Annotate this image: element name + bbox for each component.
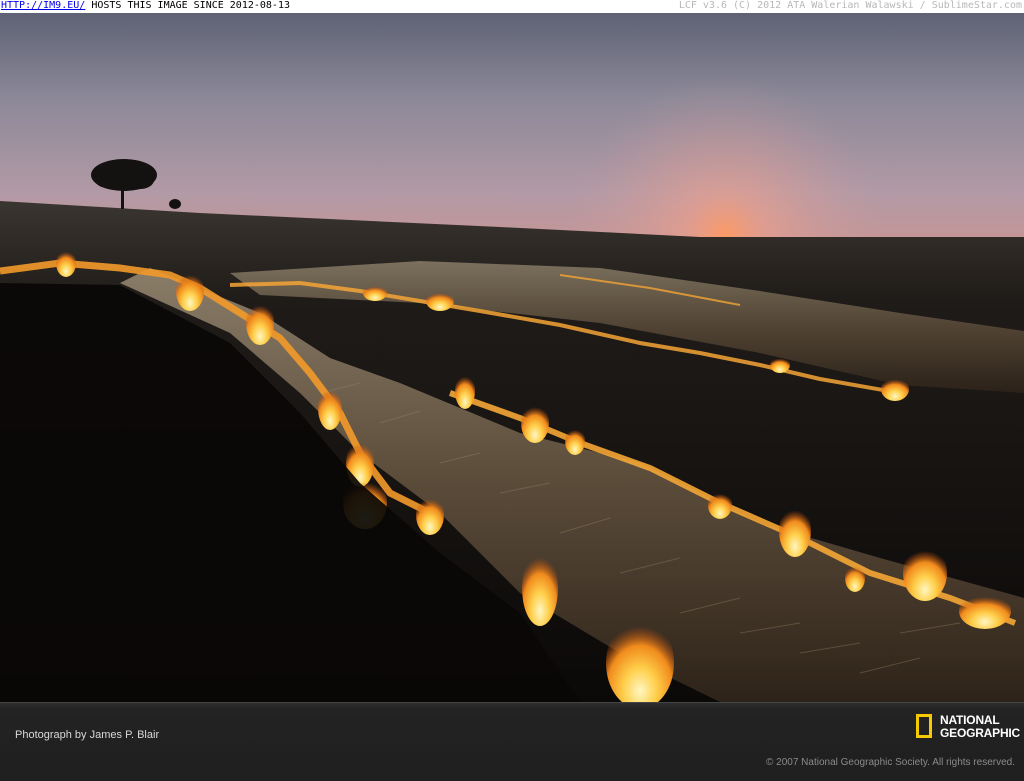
host-banner: HTTP://IM9.EU/ HOSTS THIS IMAGE SINCE 20… [0,0,1024,13]
host-date-text: HOSTS THIS IMAGE SINCE 2012-08-13 [85,0,290,11]
banner-left: HTTP://IM9.EU/ HOSTS THIS IMAGE SINCE 20… [1,0,290,12]
copyright-notice: © 2007 National Geographic Society. All … [766,757,1015,768]
banner-credit-text: LCF v3.6 (C) 2012 ATA Walerian Walawski … [678,0,1022,11]
landscape-photo [0,13,1024,702]
photo-credit: Photograph by James P. Blair [15,729,160,741]
yellow-frame-icon [916,714,932,738]
photo-footer: Photograph by James P. Blair NATIONAL GE… [0,702,1024,781]
host-link[interactable]: HTTP://IM9.EU/ [1,0,85,11]
national-geographic-logo: NATIONAL GEOGRAPHIC [914,712,1021,744]
logo-line-2: GEOGRAPHIC [940,726,1021,740]
